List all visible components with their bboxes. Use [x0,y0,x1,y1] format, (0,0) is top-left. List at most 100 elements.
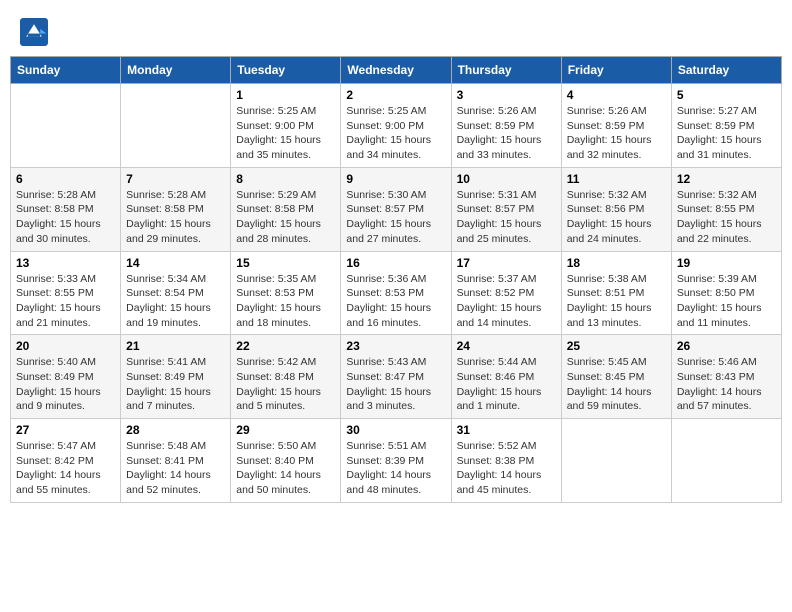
day-number: 4 [567,88,666,102]
day-number: 6 [16,172,115,186]
day-info: Sunrise: 5:32 AMSunset: 8:55 PMDaylight:… [677,188,776,247]
day-info: Sunrise: 5:51 AMSunset: 8:39 PMDaylight:… [346,439,445,498]
logo [20,18,52,46]
calendar-cell: 10 Sunrise: 5:31 AMSunset: 8:57 PMDaylig… [451,167,561,251]
day-number: 7 [126,172,225,186]
calendar-cell [11,84,121,168]
calendar-cell: 8 Sunrise: 5:29 AMSunset: 8:58 PMDayligh… [231,167,341,251]
calendar-week-row: 1 Sunrise: 5:25 AMSunset: 9:00 PMDayligh… [11,84,782,168]
day-info: Sunrise: 5:46 AMSunset: 8:43 PMDaylight:… [677,355,776,414]
day-number: 2 [346,88,445,102]
day-info: Sunrise: 5:39 AMSunset: 8:50 PMDaylight:… [677,272,776,331]
day-info: Sunrise: 5:26 AMSunset: 8:59 PMDaylight:… [567,104,666,163]
day-number: 5 [677,88,776,102]
day-info: Sunrise: 5:43 AMSunset: 8:47 PMDaylight:… [346,355,445,414]
day-info: Sunrise: 5:50 AMSunset: 8:40 PMDaylight:… [236,439,335,498]
calendar-week-row: 6 Sunrise: 5:28 AMSunset: 8:58 PMDayligh… [11,167,782,251]
day-number: 31 [457,423,556,437]
day-info: Sunrise: 5:38 AMSunset: 8:51 PMDaylight:… [567,272,666,331]
day-number: 24 [457,339,556,353]
calendar-header-row: SundayMondayTuesdayWednesdayThursdayFrid… [11,57,782,84]
calendar-cell: 3 Sunrise: 5:26 AMSunset: 8:59 PMDayligh… [451,84,561,168]
calendar-cell: 4 Sunrise: 5:26 AMSunset: 8:59 PMDayligh… [561,84,671,168]
day-info: Sunrise: 5:37 AMSunset: 8:52 PMDaylight:… [457,272,556,331]
calendar-week-row: 13 Sunrise: 5:33 AMSunset: 8:55 PMDaylig… [11,251,782,335]
day-info: Sunrise: 5:25 AMSunset: 9:00 PMDaylight:… [236,104,335,163]
day-info: Sunrise: 5:34 AMSunset: 8:54 PMDaylight:… [126,272,225,331]
day-number: 3 [457,88,556,102]
day-info: Sunrise: 5:32 AMSunset: 8:56 PMDaylight:… [567,188,666,247]
day-info: Sunrise: 5:26 AMSunset: 8:59 PMDaylight:… [457,104,556,163]
day-number: 26 [677,339,776,353]
day-number: 18 [567,256,666,270]
day-number: 1 [236,88,335,102]
day-info: Sunrise: 5:27 AMSunset: 8:59 PMDaylight:… [677,104,776,163]
calendar-cell: 20 Sunrise: 5:40 AMSunset: 8:49 PMDaylig… [11,335,121,419]
day-info: Sunrise: 5:47 AMSunset: 8:42 PMDaylight:… [16,439,115,498]
day-number: 10 [457,172,556,186]
day-number: 14 [126,256,225,270]
calendar-week-row: 20 Sunrise: 5:40 AMSunset: 8:49 PMDaylig… [11,335,782,419]
day-info: Sunrise: 5:28 AMSunset: 8:58 PMDaylight:… [126,188,225,247]
day-info: Sunrise: 5:42 AMSunset: 8:48 PMDaylight:… [236,355,335,414]
day-info: Sunrise: 5:30 AMSunset: 8:57 PMDaylight:… [346,188,445,247]
day-number: 30 [346,423,445,437]
day-number: 12 [677,172,776,186]
calendar-cell: 29 Sunrise: 5:50 AMSunset: 8:40 PMDaylig… [231,419,341,503]
day-info: Sunrise: 5:33 AMSunset: 8:55 PMDaylight:… [16,272,115,331]
day-info: Sunrise: 5:48 AMSunset: 8:41 PMDaylight:… [126,439,225,498]
day-number: 11 [567,172,666,186]
day-info: Sunrise: 5:44 AMSunset: 8:46 PMDaylight:… [457,355,556,414]
calendar-cell [561,419,671,503]
calendar-cell [121,84,231,168]
weekday-header-tuesday: Tuesday [231,57,341,84]
day-number: 22 [236,339,335,353]
calendar-cell: 19 Sunrise: 5:39 AMSunset: 8:50 PMDaylig… [671,251,781,335]
day-number: 8 [236,172,335,186]
day-number: 27 [16,423,115,437]
day-number: 21 [126,339,225,353]
calendar-cell [671,419,781,503]
calendar-cell: 11 Sunrise: 5:32 AMSunset: 8:56 PMDaylig… [561,167,671,251]
day-number: 20 [16,339,115,353]
calendar-cell: 16 Sunrise: 5:36 AMSunset: 8:53 PMDaylig… [341,251,451,335]
logo-icon [20,18,48,46]
day-number: 28 [126,423,225,437]
calendar-cell: 26 Sunrise: 5:46 AMSunset: 8:43 PMDaylig… [671,335,781,419]
weekday-header-wednesday: Wednesday [341,57,451,84]
day-info: Sunrise: 5:28 AMSunset: 8:58 PMDaylight:… [16,188,115,247]
calendar-cell: 6 Sunrise: 5:28 AMSunset: 8:58 PMDayligh… [11,167,121,251]
calendar-cell: 28 Sunrise: 5:48 AMSunset: 8:41 PMDaylig… [121,419,231,503]
calendar-cell: 14 Sunrise: 5:34 AMSunset: 8:54 PMDaylig… [121,251,231,335]
calendar-week-row: 27 Sunrise: 5:47 AMSunset: 8:42 PMDaylig… [11,419,782,503]
calendar-cell: 2 Sunrise: 5:25 AMSunset: 9:00 PMDayligh… [341,84,451,168]
day-info: Sunrise: 5:31 AMSunset: 8:57 PMDaylight:… [457,188,556,247]
weekday-header-sunday: Sunday [11,57,121,84]
day-info: Sunrise: 5:52 AMSunset: 8:38 PMDaylight:… [457,439,556,498]
day-info: Sunrise: 5:40 AMSunset: 8:49 PMDaylight:… [16,355,115,414]
day-info: Sunrise: 5:36 AMSunset: 8:53 PMDaylight:… [346,272,445,331]
calendar-cell: 21 Sunrise: 5:41 AMSunset: 8:49 PMDaylig… [121,335,231,419]
day-number: 15 [236,256,335,270]
weekday-header-friday: Friday [561,57,671,84]
day-number: 13 [16,256,115,270]
calendar-cell: 15 Sunrise: 5:35 AMSunset: 8:53 PMDaylig… [231,251,341,335]
calendar-cell: 22 Sunrise: 5:42 AMSunset: 8:48 PMDaylig… [231,335,341,419]
calendar-cell: 7 Sunrise: 5:28 AMSunset: 8:58 PMDayligh… [121,167,231,251]
day-info: Sunrise: 5:41 AMSunset: 8:49 PMDaylight:… [126,355,225,414]
day-number: 19 [677,256,776,270]
calendar-cell: 9 Sunrise: 5:30 AMSunset: 8:57 PMDayligh… [341,167,451,251]
calendar-cell: 31 Sunrise: 5:52 AMSunset: 8:38 PMDaylig… [451,419,561,503]
calendar-cell: 30 Sunrise: 5:51 AMSunset: 8:39 PMDaylig… [341,419,451,503]
day-number: 17 [457,256,556,270]
day-number: 29 [236,423,335,437]
calendar-cell: 1 Sunrise: 5:25 AMSunset: 9:00 PMDayligh… [231,84,341,168]
calendar-table: SundayMondayTuesdayWednesdayThursdayFrid… [10,56,782,503]
weekday-header-saturday: Saturday [671,57,781,84]
day-number: 23 [346,339,445,353]
page-header [10,10,782,50]
day-info: Sunrise: 5:25 AMSunset: 9:00 PMDaylight:… [346,104,445,163]
day-number: 16 [346,256,445,270]
calendar-cell: 5 Sunrise: 5:27 AMSunset: 8:59 PMDayligh… [671,84,781,168]
day-info: Sunrise: 5:29 AMSunset: 8:58 PMDaylight:… [236,188,335,247]
